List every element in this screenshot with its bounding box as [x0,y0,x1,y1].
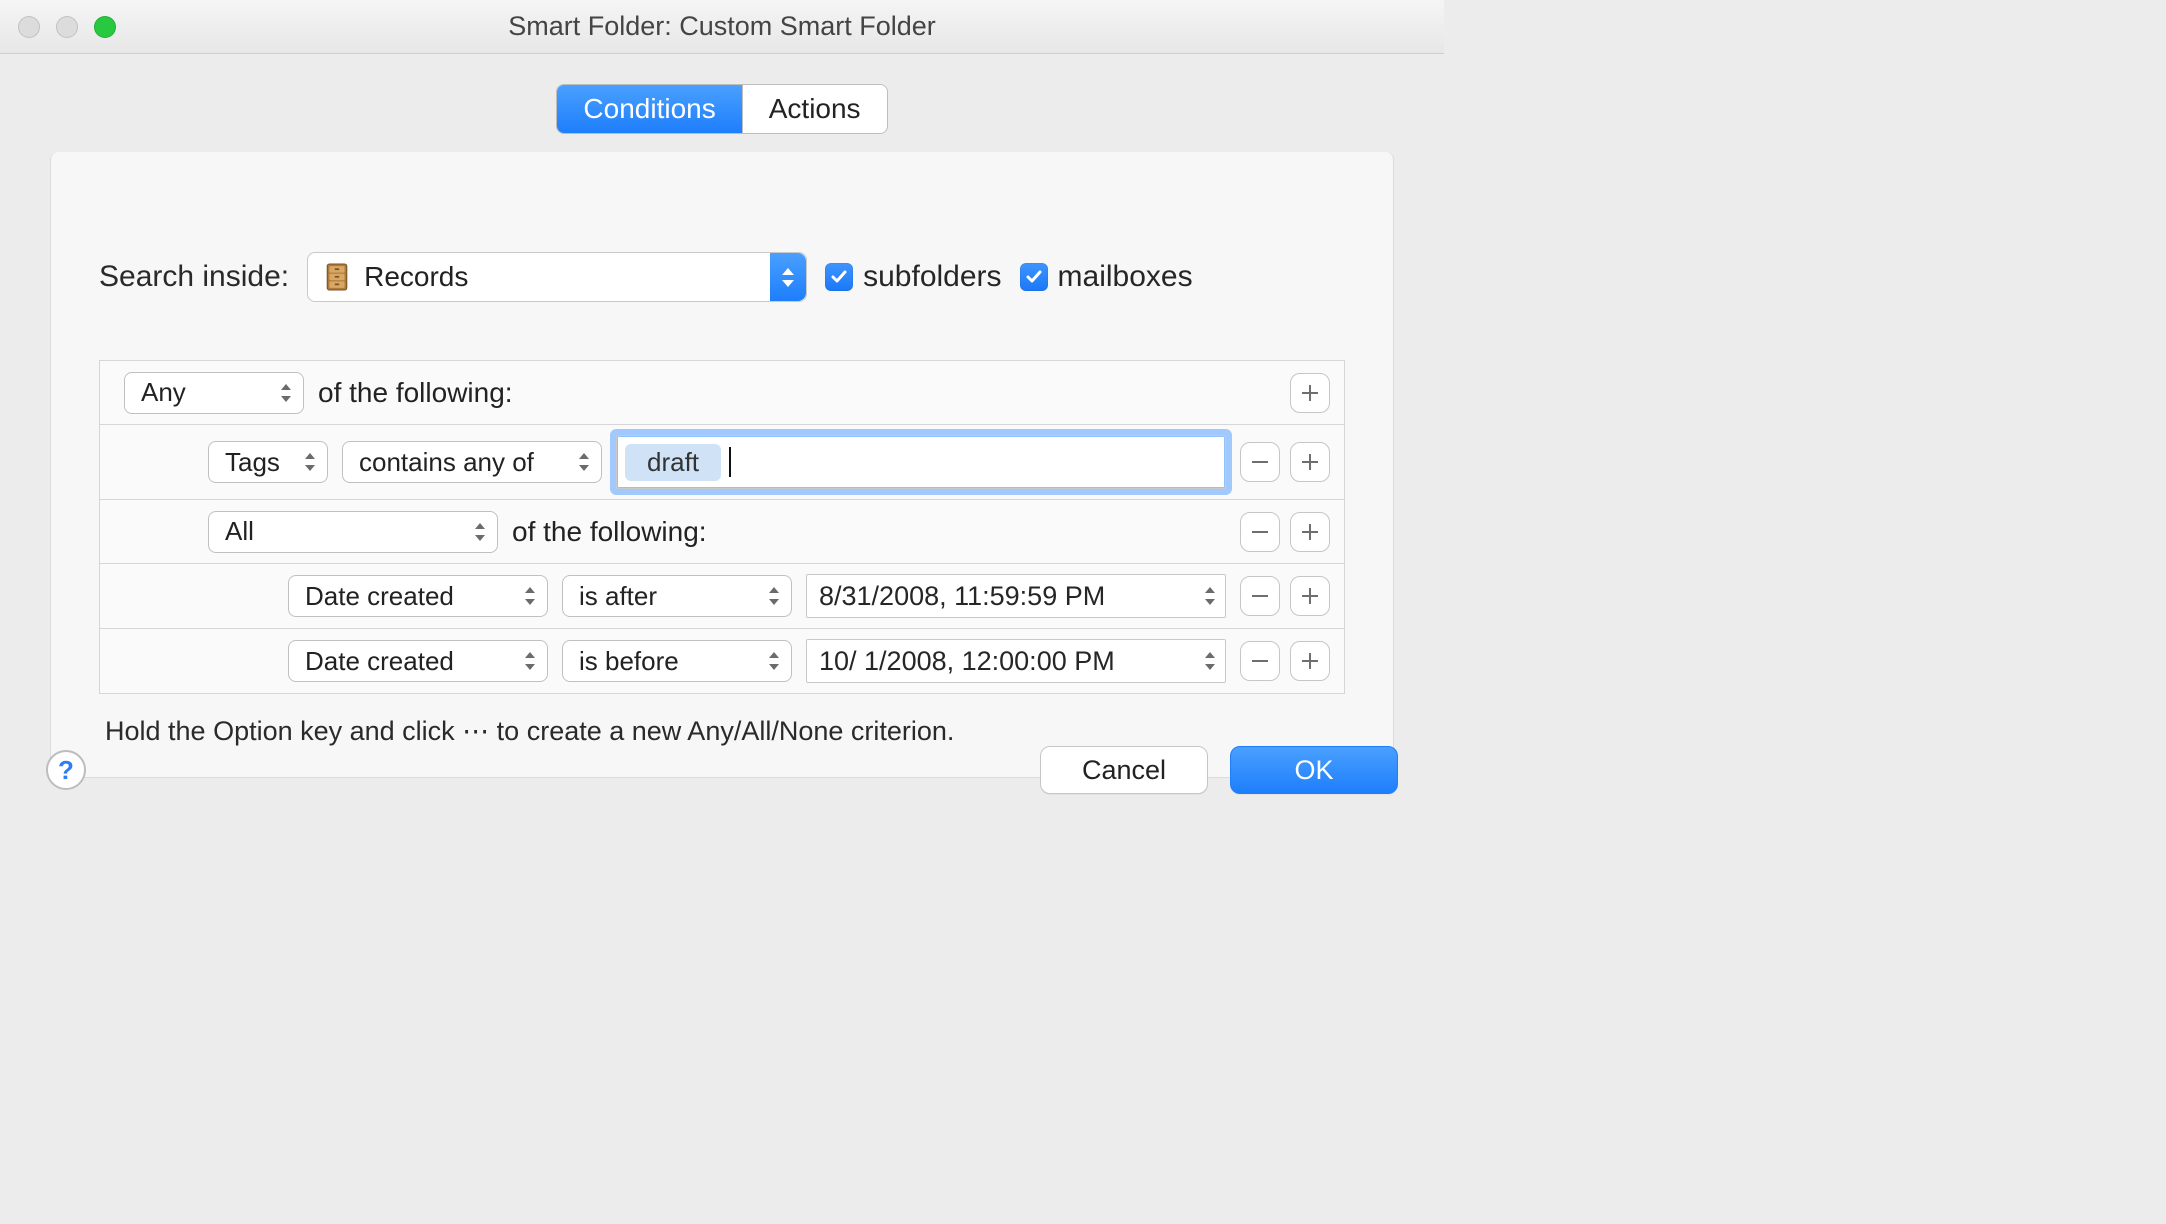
operator-popup[interactable]: is before [562,640,792,682]
add-rule-button[interactable] [1290,373,1330,413]
field-popup[interactable]: Date created [288,575,548,617]
chevron-updown-icon [303,453,317,471]
date-input[interactable]: 8/31/2008, 11:59:59 PM [806,574,1226,618]
tab-actions[interactable]: Actions [742,85,887,133]
rule-date-after-row: Date created is after 8/31/2008, 11:59:5… [100,564,1344,629]
search-folder-value: Records [364,261,758,293]
add-rule-button[interactable] [1290,442,1330,482]
chevron-updown-icon [767,652,781,670]
field-value: Tags [225,447,280,478]
bottom-row: ? Cancel OK [0,746,1444,794]
mailboxes-checkbox-group: mailboxes [1020,260,1193,294]
operator-value: contains any of [359,447,534,478]
plus-icon [1300,452,1320,472]
tabs-row: Conditions Actions [0,54,1444,152]
chevron-updown-icon [473,523,487,541]
of-following-label-nested: of the following: [512,516,707,548]
minus-icon [1250,522,1270,542]
chevron-updown-icon [523,652,537,670]
mailboxes-checkbox[interactable] [1020,263,1048,291]
plus-icon [1300,586,1320,606]
question-mark-icon: ? [58,755,74,786]
operator-popup[interactable]: contains any of [342,441,602,483]
field-popup[interactable]: Tags [208,441,328,483]
chevron-updown-icon [577,453,591,471]
match-mode-popup[interactable]: Any [124,372,304,414]
field-popup[interactable]: Date created [288,640,548,682]
tabs-segmented: Conditions Actions [556,84,887,134]
title-bar: Smart Folder: Custom Smart Folder [0,0,1444,54]
nested-match-all-row: All of the following: [100,500,1344,564]
window-title: Smart Folder: Custom Smart Folder [0,11,1444,42]
search-inside-label: Search inside: [99,260,289,294]
minus-icon [1250,452,1270,472]
traffic-light-zoom[interactable] [94,16,116,38]
text-caret [729,447,731,477]
rule-date-before-row: Date created is before 10/ 1/2008, 12:00… [100,629,1344,693]
add-rule-button[interactable] [1290,576,1330,616]
remove-rule-button[interactable] [1240,442,1280,482]
cancel-button[interactable]: Cancel [1040,746,1208,794]
operator-popup[interactable]: is after [562,575,792,617]
ok-button[interactable]: OK [1230,746,1398,794]
minus-icon [1250,651,1270,671]
remove-group-button[interactable] [1240,512,1280,552]
conditions-table: Any of the following: Tags [99,360,1345,694]
minus-icon [1250,586,1270,606]
operator-value: is before [579,646,679,677]
date-stepper[interactable] [1203,587,1217,605]
of-following-label: of the following: [318,377,513,409]
match-any-row: Any of the following: [100,361,1344,425]
tag-token[interactable]: draft [625,444,721,481]
plus-icon [1300,383,1320,403]
subfolders-label: subfolders [863,260,1001,294]
popup-stepper-icon [770,253,806,301]
date-value: 10/ 1/2008, 12:00:00 PM [819,646,1115,677]
cabinet-icon [322,260,352,294]
rule-tags-row: Tags contains any of draft [100,425,1344,500]
subfolders-checkbox-group: subfolders [825,260,1001,294]
remove-rule-button[interactable] [1240,576,1280,616]
subfolders-checkbox[interactable] [825,263,853,291]
date-value: 8/31/2008, 11:59:59 PM [819,581,1105,612]
add-rule-button[interactable] [1290,641,1330,681]
hint-text: Hold the Option key and click ⋯ to creat… [105,716,1345,747]
operator-value: is after [579,581,657,612]
traffic-light-close[interactable] [18,16,40,38]
plus-icon [1300,522,1320,542]
tags-token-input[interactable]: draft [616,435,1226,489]
search-inside-row: Search inside: Records [99,252,1345,302]
chevron-updown-icon [279,384,293,402]
remove-rule-button[interactable] [1240,641,1280,681]
nested-match-mode-value: All [225,516,254,547]
mailboxes-label: mailboxes [1058,260,1193,294]
plus-icon [1300,651,1320,671]
nested-match-mode-popup[interactable]: All [208,511,498,553]
date-stepper[interactable] [1203,652,1217,670]
date-input[interactable]: 10/ 1/2008, 12:00:00 PM [806,639,1226,683]
add-group-button[interactable] [1290,512,1330,552]
tab-conditions[interactable]: Conditions [557,85,741,133]
field-value: Date created [305,581,454,612]
traffic-light-minimize[interactable] [56,16,78,38]
search-folder-popup[interactable]: Records [307,252,807,302]
content-panel: Search inside: Records [50,152,1394,778]
chevron-updown-icon [523,587,537,605]
help-button[interactable]: ? [46,750,86,790]
match-mode-value: Any [141,377,186,408]
chevron-updown-icon [767,587,781,605]
field-value: Date created [305,646,454,677]
